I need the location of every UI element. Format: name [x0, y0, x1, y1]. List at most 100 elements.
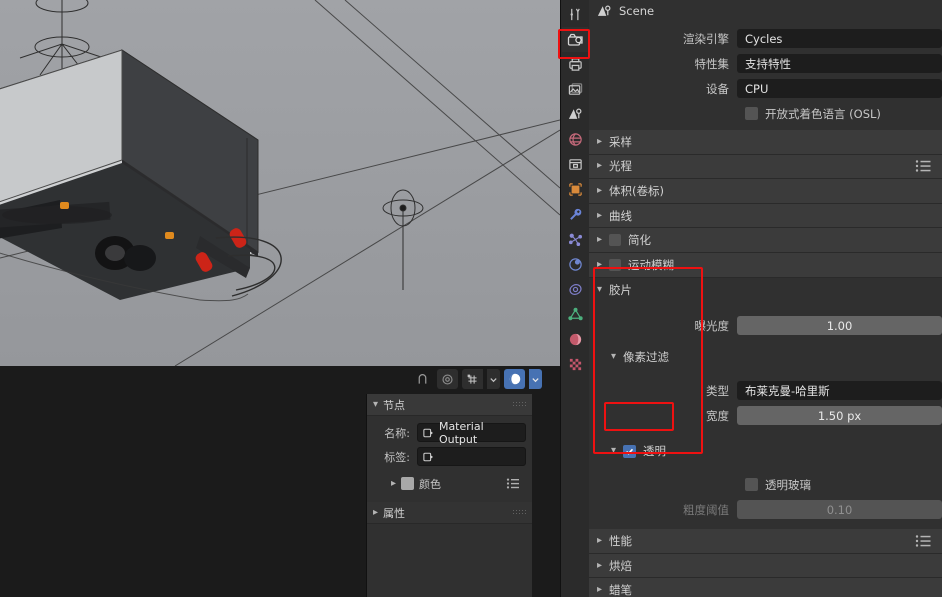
- color-swatch[interactable]: [401, 477, 415, 490]
- panels-top: ▸ 采样 ▸ 光程 ▸ 体积(卷标) ▸ 曲线 ▸ 简化 ▸ 运动模糊: [589, 130, 942, 278]
- snap-options-chevron-down-icon[interactable]: [487, 369, 500, 389]
- filter-width-row: 宽度 1.50 px: [589, 405, 942, 426]
- panel-simplify[interactable]: ▸ 简化: [589, 228, 942, 253]
- node-panel-title: 节点: [383, 398, 406, 412]
- chevron-right-icon: ▸: [597, 584, 603, 596]
- performance-presets-menu-icon[interactable]: [915, 534, 932, 547]
- chevron-right-icon: ▸: [597, 135, 603, 147]
- node-panel-header[interactable]: ▾ 节点: [367, 394, 532, 416]
- node-color-label: 颜色: [419, 477, 442, 491]
- node-icon: [423, 428, 433, 437]
- properties-editor: Scene 渲染引擎 Cycles 特性集 支持特性 设备 CPU 开放式着色语…: [560, 0, 942, 597]
- panel-film-header[interactable]: ▾ 胶片: [589, 278, 942, 303]
- node-properties-panel-header[interactable]: ▸ 属性: [367, 502, 532, 524]
- transparent-checkbox[interactable]: [623, 444, 637, 458]
- panel-motion-blur[interactable]: ▸ 运动模糊: [589, 252, 942, 278]
- panels-bottom: ▸ 性能 ▸ 烘焙 ▸ 蜡笔: [589, 529, 942, 597]
- panel-pixel-filter-header[interactable]: ▾ 像素过滤: [589, 346, 942, 368]
- panel-film-title: 胶片: [609, 282, 633, 297]
- panel-performance[interactable]: ▸ 性能: [589, 529, 942, 554]
- chevron-right-icon: ▸: [597, 209, 603, 221]
- color-options-menu-icon[interactable]: [506, 474, 520, 493]
- chevron-down-icon: ▾: [611, 445, 617, 457]
- chevron-right-icon: ▸: [373, 506, 379, 518]
- panel-light-paths[interactable]: ▸ 光程: [589, 154, 942, 180]
- exposure-value: 1.00: [826, 318, 853, 333]
- panel-sampling[interactable]: ▸ 采样: [589, 130, 942, 155]
- chevron-right-icon: ▸: [597, 559, 603, 571]
- panel-curves-title: 曲线: [609, 208, 633, 223]
- overlay-sphere-icon[interactable]: [504, 369, 525, 389]
- chevron-right-icon: ▸: [391, 477, 397, 489]
- device-row: 设备 CPU: [589, 78, 942, 99]
- tab-world[interactable]: [562, 127, 588, 152]
- osl-checkbox[interactable]: [745, 107, 758, 120]
- snap-grid-icon[interactable]: [462, 369, 483, 389]
- 3d-viewport[interactable]: [0, 0, 560, 366]
- feature-set-value: 支持特性: [745, 56, 791, 71]
- tab-object[interactable]: [562, 177, 588, 202]
- filter-width-value: 1.50 px: [817, 408, 862, 423]
- tab-particles[interactable]: [562, 227, 588, 252]
- device-dropdown[interactable]: CPU: [737, 79, 942, 98]
- tab-collection[interactable]: [562, 152, 588, 177]
- shader-node-editor[interactable]: ▾ 节点 名称: Material Output 标签: ▸ 颜色 ▸ 属性: [0, 366, 560, 597]
- feature-set-label: 特性集: [694, 56, 730, 71]
- node-name-label: 名称:: [384, 426, 410, 440]
- transparent-glass-label: 透明玻璃: [765, 477, 811, 492]
- tab-output[interactable]: [562, 52, 588, 77]
- panel-bake[interactable]: ▸ 烘焙: [589, 553, 942, 579]
- motion-blur-checkbox[interactable]: [609, 258, 622, 271]
- device-label: 设备: [706, 81, 729, 96]
- scene-icon: [597, 5, 611, 16]
- panel-bake-title: 烘焙: [609, 558, 633, 573]
- filter-width-slider[interactable]: 1.50 px: [737, 406, 942, 426]
- proportional-edit-icon[interactable]: [437, 369, 458, 389]
- panel-grip[interactable]: [512, 401, 526, 408]
- node-editor-header-toolbar: [412, 369, 542, 389]
- light-paths-presets-menu-icon[interactable]: [915, 160, 932, 173]
- chevron-right-icon: ▸: [597, 234, 603, 246]
- blender-window: ▾ 节点 名称: Material Output 标签: ▸ 颜色 ▸ 属性 S…: [0, 0, 942, 597]
- filter-type-value: 布莱克曼-哈里斯: [745, 383, 830, 398]
- tab-tool[interactable]: [562, 2, 588, 27]
- panel-grip[interactable]: [512, 509, 526, 516]
- roughness-threshold-slider: 0.10: [737, 500, 942, 520]
- exposure-slider[interactable]: 1.00: [737, 316, 942, 336]
- tab-material[interactable]: [562, 327, 588, 352]
- node-name-input[interactable]: Material Output: [417, 420, 526, 446]
- viewport-scene: [0, 0, 560, 366]
- panel-grease-pencil-title: 蜡笔: [609, 583, 633, 597]
- filter-type-label: 类型: [706, 383, 729, 398]
- panel-simplify-title: 简化: [628, 233, 652, 248]
- tab-texture[interactable]: [562, 352, 588, 377]
- chevron-down-icon: ▾: [597, 283, 603, 295]
- panel-curves[interactable]: ▸ 曲线: [589, 203, 942, 229]
- chevron-down-icon: ▾: [611, 351, 617, 363]
- filter-type-row: 类型 布莱克曼-哈里斯: [589, 380, 942, 401]
- snap-magnet-icon[interactable]: [412, 369, 433, 389]
- tab-view-layer[interactable]: [562, 77, 588, 102]
- feature-set-dropdown[interactable]: 支持特性: [737, 54, 942, 73]
- panel-transparent-header[interactable]: ▾ 透明: [589, 440, 942, 462]
- panel-volumes-title: 体积(卷标): [609, 183, 665, 198]
- tab-physics[interactable]: [562, 252, 588, 277]
- node-label-input[interactable]: [417, 447, 526, 466]
- simplify-checkbox[interactable]: [609, 234, 622, 247]
- tab-constraints[interactable]: [562, 277, 588, 302]
- overlay-options-chevron-down-icon[interactable]: [529, 369, 542, 389]
- tab-object-data[interactable]: [562, 302, 588, 327]
- panel-transparent-title: 透明: [643, 444, 667, 459]
- transparent-glass-checkbox[interactable]: [745, 478, 758, 492]
- node-color-row[interactable]: ▸ 颜色: [373, 471, 526, 496]
- render-engine-dropdown[interactable]: Cycles: [737, 29, 942, 48]
- breadcrumb[interactable]: Scene: [589, 0, 942, 22]
- render-engine-fields: 渲染引擎 Cycles 特性集 支持特性 设备 CPU 开放式着色语言 (OSL…: [589, 22, 942, 124]
- chevron-down-icon: ▾: [373, 398, 379, 410]
- filter-type-dropdown[interactable]: 布莱克曼-哈里斯: [737, 381, 942, 401]
- tab-modifier[interactable]: [562, 202, 588, 227]
- panel-grease-pencil[interactable]: ▸ 蜡笔: [589, 578, 942, 597]
- panel-volumes[interactable]: ▸ 体积(卷标): [589, 179, 942, 204]
- tab-scene[interactable]: [562, 102, 588, 127]
- tab-render[interactable]: [562, 27, 588, 52]
